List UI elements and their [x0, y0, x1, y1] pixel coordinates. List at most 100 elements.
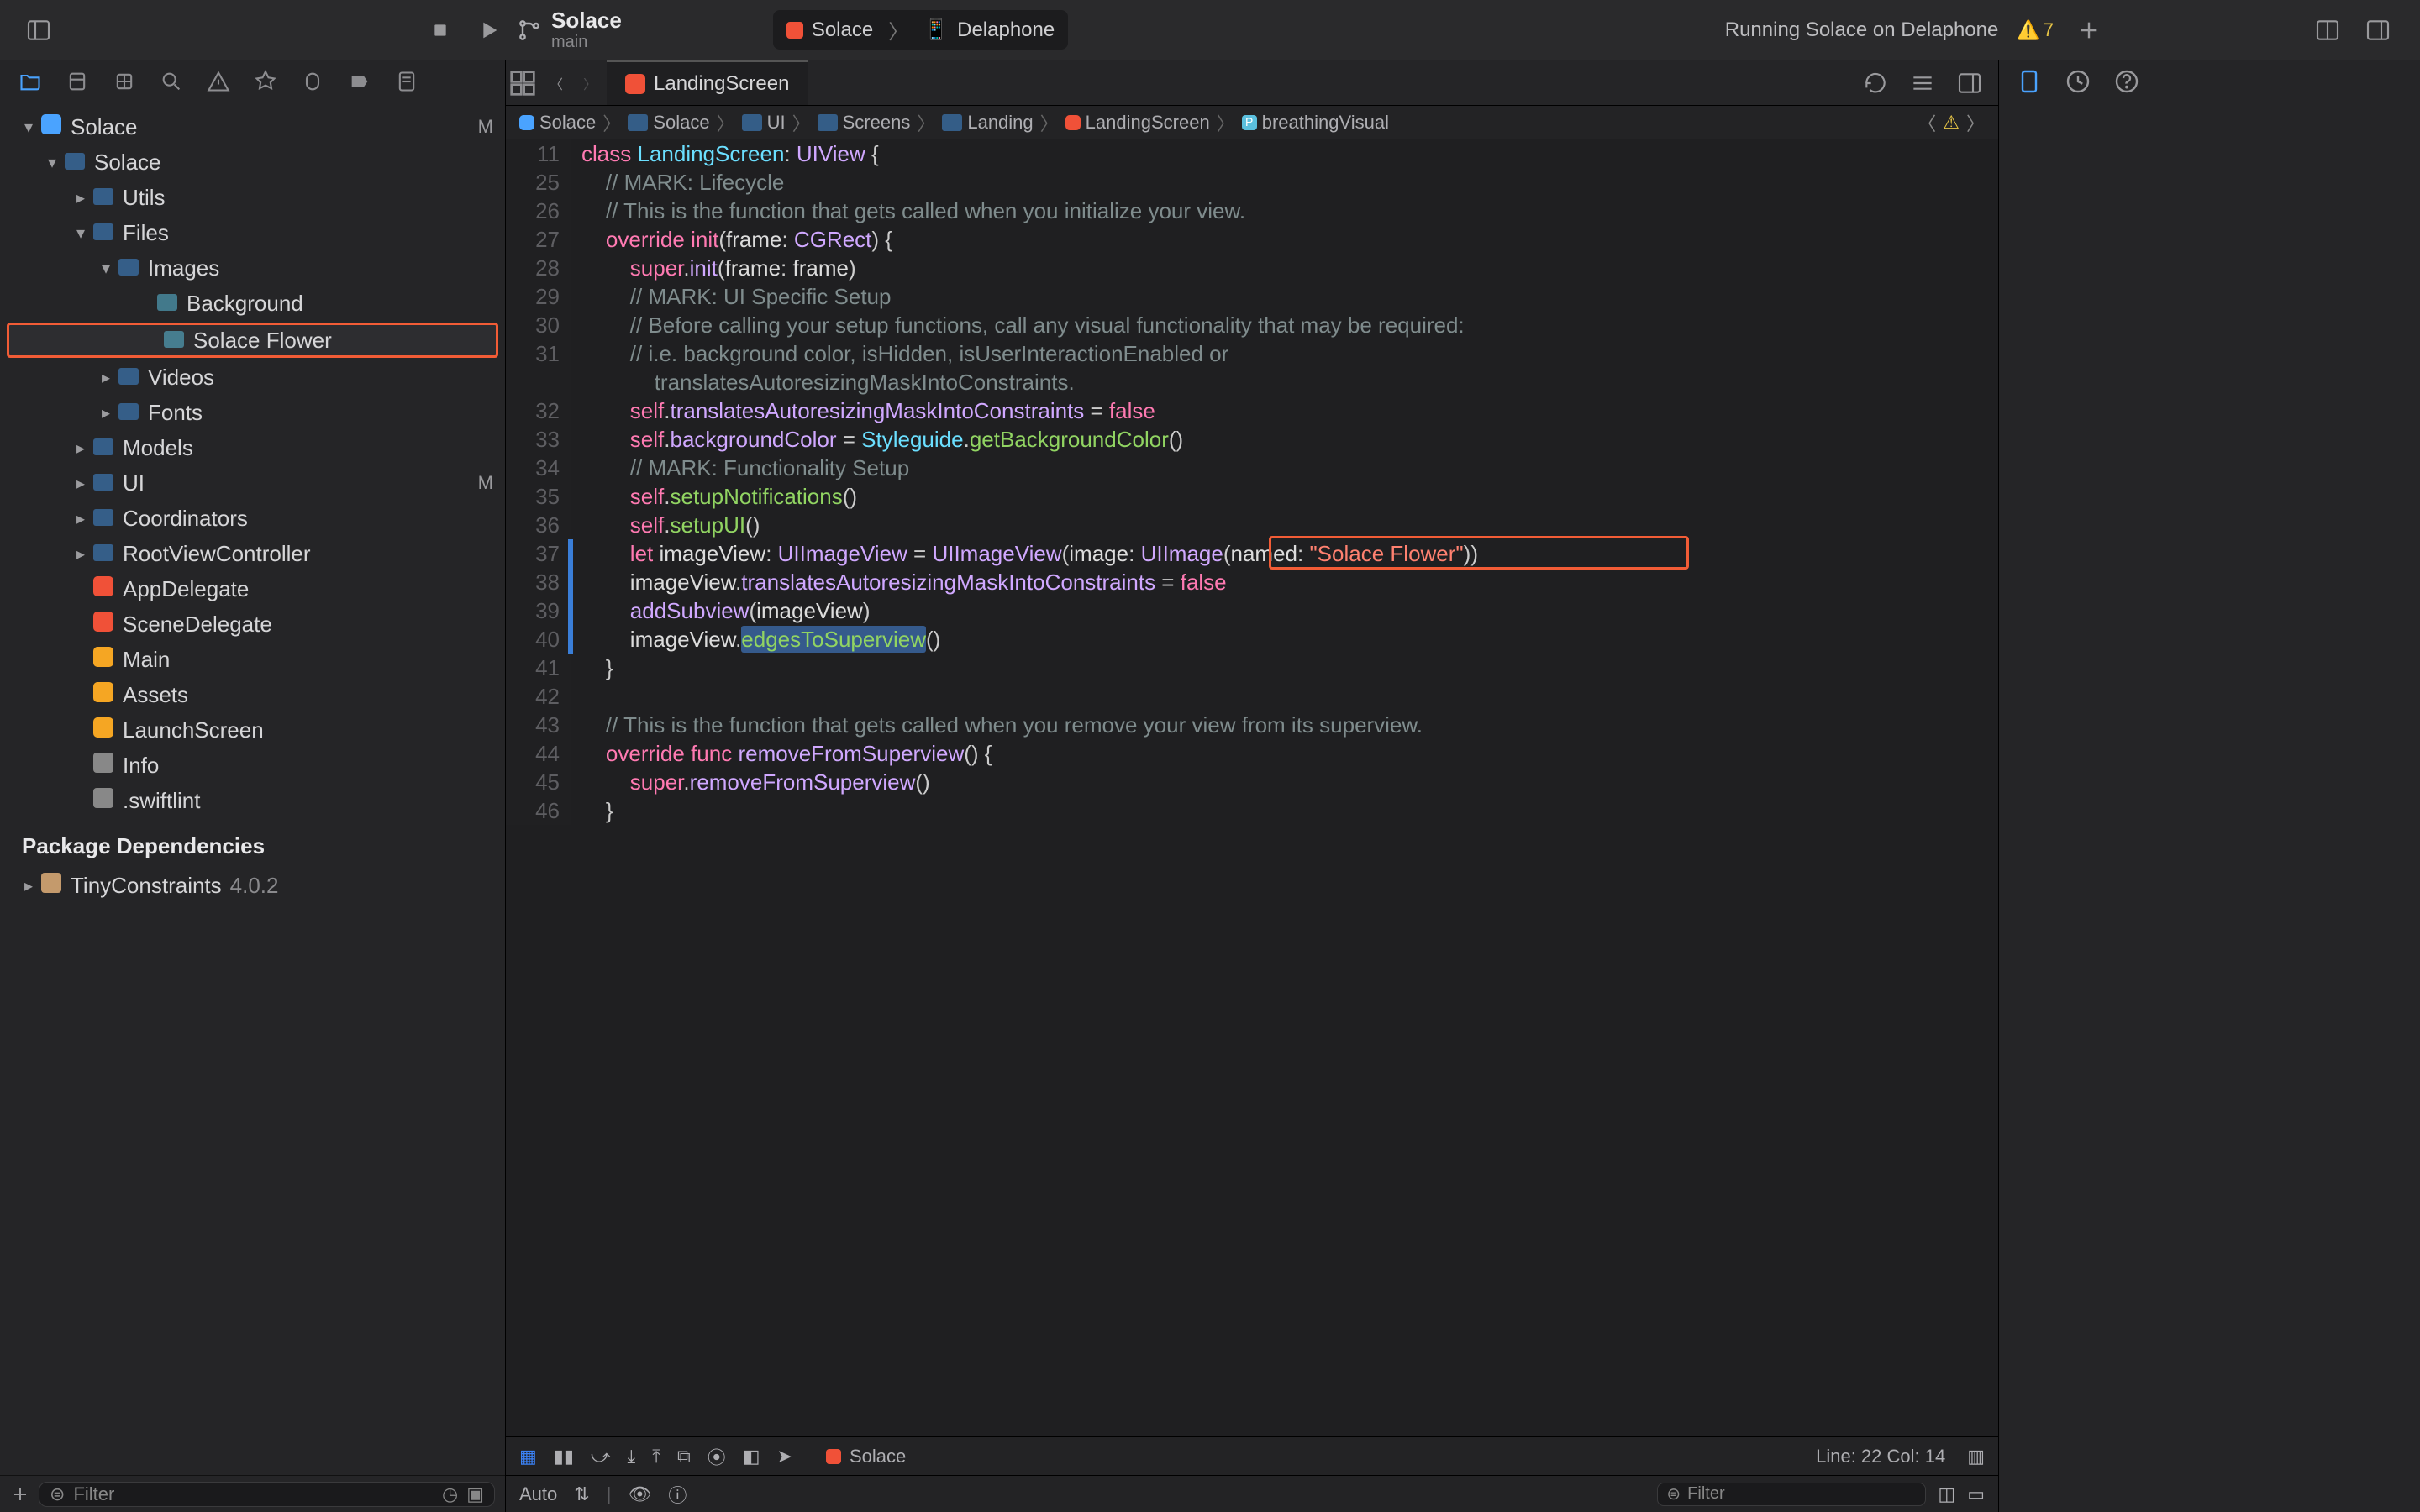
crumb-5[interactable]: LandingScreen: [1086, 112, 1210, 134]
code-line[interactable]: 41 }: [506, 654, 1998, 682]
chevron-down-icon[interactable]: [71, 223, 91, 244]
chevron-down-icon[interactable]: [42, 152, 62, 173]
chevron-down-icon[interactable]: [18, 117, 39, 138]
tree-item-solace[interactable]: Solace: [0, 144, 505, 180]
source-control-tab[interactable]: [62, 66, 92, 97]
breadcrumb[interactable]: Solace 〉 Solace 〉 UI 〉 Screens 〉 Landing…: [506, 106, 1998, 139]
code-editor[interactable]: 11class LandingScreen: UIView {25 // MAR…: [506, 139, 1998, 1436]
breakpoint-navigator-tab[interactable]: [345, 66, 375, 97]
clock-icon[interactable]: ◷: [442, 1483, 458, 1505]
tree-item-images[interactable]: Images: [0, 250, 505, 286]
stop-button[interactable]: [425, 15, 455, 45]
code-text[interactable]: imageView.translatesAutoresizingMaskInto…: [571, 568, 1998, 596]
code-line[interactable]: translatesAutoresizingMaskIntoConstraint…: [506, 368, 1998, 396]
debug-navigator-tab[interactable]: [297, 66, 328, 97]
tree-item-background[interactable]: Background: [0, 286, 505, 321]
file-tree[interactable]: Solace M SolaceUtilsFilesImagesBackgroun…: [0, 102, 505, 1475]
code-text[interactable]: }: [571, 654, 1998, 682]
chevron-right-icon[interactable]: [18, 875, 39, 896]
code-text[interactable]: super.init(frame: frame): [571, 254, 1998, 282]
code-line[interactable]: 30 // Before calling your setup function…: [506, 311, 1998, 339]
code-line[interactable]: 43 // This is the function that gets cal…: [506, 711, 1998, 739]
report-navigator-tab[interactable]: [392, 66, 422, 97]
file-inspector-tab[interactable]: [2014, 66, 2044, 97]
code-line[interactable]: 35 self.setupNotifications(): [506, 482, 1998, 511]
scope-icon[interactable]: ▣: [466, 1483, 484, 1505]
tree-item--swiftlint[interactable]: .swiftlint: [0, 783, 505, 818]
code-line[interactable]: 44 override func removeFromSuperview() {: [506, 739, 1998, 768]
code-text[interactable]: class LandingScreen: UIView {: [571, 139, 1998, 168]
chevron-right-icon[interactable]: [71, 508, 91, 529]
warnings-badge[interactable]: ⚠️ 7: [2017, 19, 2054, 41]
crumb-1[interactable]: Solace: [653, 112, 709, 134]
history-inspector-tab[interactable]: [2063, 66, 2093, 97]
step-in-icon[interactable]: ⤓: [628, 1446, 636, 1467]
crumb-2[interactable]: UI: [767, 112, 786, 134]
add-file-icon[interactable]: [10, 1479, 30, 1509]
code-text[interactable]: // Before calling your setup functions, …: [571, 311, 1998, 339]
chevron-right-icon[interactable]: [96, 367, 116, 388]
chevron-right-icon[interactable]: [71, 543, 91, 564]
chevron-right-icon[interactable]: [71, 438, 91, 459]
location-simulate-icon[interactable]: ➤: [777, 1446, 792, 1467]
toggle-left-panel-icon[interactable]: [24, 15, 54, 45]
tree-item-videos[interactable]: Videos: [0, 360, 505, 395]
code-text[interactable]: // This is the function that gets called…: [571, 711, 1998, 739]
step-over-icon[interactable]: ⤻: [591, 1446, 611, 1467]
tree-item-coordinators[interactable]: Coordinators: [0, 501, 505, 536]
code-line[interactable]: 42: [506, 682, 1998, 711]
warning-icon[interactable]: ⚠: [1943, 112, 1960, 134]
crumb-3[interactable]: Screens: [843, 112, 911, 134]
code-text[interactable]: addSubview(imageView): [571, 596, 1998, 625]
environment-overrides-icon[interactable]: ◧: [743, 1446, 760, 1467]
info-icon[interactable]: ⓘ: [668, 1481, 687, 1508]
code-line[interactable]: 25 // MARK: Lifecycle: [506, 168, 1998, 197]
tree-item-main[interactable]: Main: [0, 642, 505, 677]
tree-item-utils[interactable]: Utils: [0, 180, 505, 215]
project-name[interactable]: Solace: [551, 8, 622, 33]
tree-item-appdelegate[interactable]: AppDelegate: [0, 571, 505, 606]
code-text[interactable]: super.removeFromSuperview(): [571, 768, 1998, 796]
code-line[interactable]: 28 super.init(frame: frame): [506, 254, 1998, 282]
tab-landing-screen[interactable]: LandingScreen: [607, 60, 808, 105]
code-line[interactable]: 34 // MARK: Functionality Setup: [506, 454, 1998, 482]
nav-forward-icon[interactable]: 〉: [573, 60, 607, 105]
tree-item-scenedelegate[interactable]: SceneDelegate: [0, 606, 505, 642]
code-text[interactable]: // This is the function that gets called…: [571, 197, 1998, 225]
tree-item-solace-flower[interactable]: Solace Flower: [7, 323, 498, 358]
tree-item-assets[interactable]: Assets: [0, 677, 505, 712]
refresh-icon[interactable]: [1860, 68, 1891, 98]
updown-icon[interactable]: ⇅: [574, 1483, 589, 1505]
debug-view-hierarchy-icon[interactable]: ⧉: [677, 1446, 691, 1467]
chevron-right-icon[interactable]: [71, 187, 91, 208]
branch-icon[interactable]: [514, 15, 544, 45]
code-line[interactable]: 27 override init(frame: CGRect) {: [506, 225, 1998, 254]
prev-issue-icon[interactable]: 〈: [1918, 109, 1936, 136]
minimap-toggle-icon[interactable]: ▥: [1967, 1446, 1985, 1467]
tree-root[interactable]: Solace M: [0, 109, 505, 144]
package-row[interactable]: TinyConstraints 4.0.2: [0, 868, 505, 903]
code-line[interactable]: 11class LandingScreen: UIView {: [506, 139, 1998, 168]
crumb-0[interactable]: Solace: [539, 112, 596, 134]
code-text[interactable]: self.setupUI(): [571, 511, 1998, 539]
code-text[interactable]: self.translatesAutoresizingMaskIntoConst…: [571, 396, 1998, 425]
tree-item-info[interactable]: Info: [0, 748, 505, 783]
code-line[interactable]: 45 super.removeFromSuperview(): [506, 768, 1998, 796]
branch-name[interactable]: main: [551, 33, 622, 51]
add-tab-icon[interactable]: [2074, 15, 2104, 45]
tree-item-fonts[interactable]: Fonts: [0, 395, 505, 430]
code-text[interactable]: // i.e. background color, isHidden, isUs…: [571, 339, 1998, 368]
code-line[interactable]: 38 imageView.translatesAutoresizingMaskI…: [506, 568, 1998, 596]
run-button[interactable]: [474, 15, 504, 45]
auto-label[interactable]: Auto: [519, 1483, 557, 1505]
debug-filter-input[interactable]: ⊜ Filter: [1657, 1483, 1926, 1506]
issue-navigator-tab[interactable]: [203, 66, 234, 97]
find-navigator-tab[interactable]: [156, 66, 187, 97]
tree-item-launchscreen[interactable]: LaunchScreen: [0, 712, 505, 748]
code-text[interactable]: translatesAutoresizingMaskIntoConstraint…: [571, 368, 1998, 396]
code-line[interactable]: 46 }: [506, 796, 1998, 825]
step-out-icon[interactable]: ⤒: [652, 1446, 660, 1467]
code-text[interactable]: // MARK: Functionality Setup: [571, 454, 1998, 482]
related-items-icon[interactable]: [506, 60, 539, 105]
debug-toggle-icon[interactable]: ▦: [519, 1446, 537, 1467]
